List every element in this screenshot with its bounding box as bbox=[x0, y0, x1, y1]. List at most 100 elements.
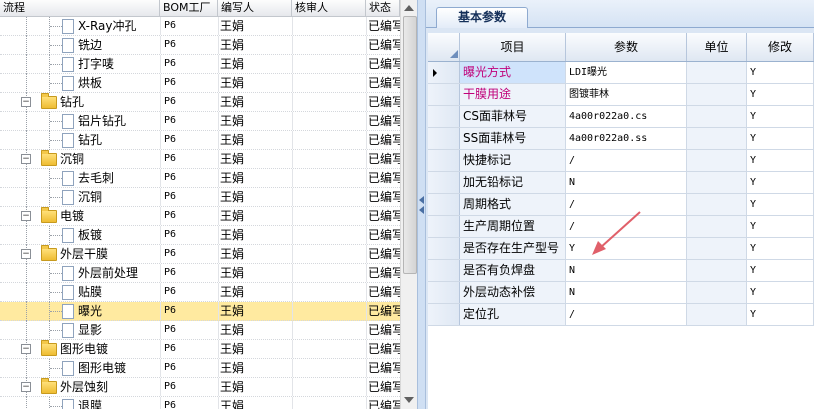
param-unit-cell[interactable] bbox=[687, 304, 747, 325]
param-row[interactable]: 快捷标记 / Y bbox=[428, 150, 814, 172]
param-value-cell[interactable]: 4a00r022a0.ss bbox=[566, 128, 687, 149]
param-unit-cell[interactable] bbox=[687, 128, 747, 149]
tree-node-label[interactable]: 图形电镀 bbox=[78, 359, 126, 377]
param-item-cell[interactable]: 快捷标记 bbox=[460, 150, 566, 171]
param-unit-cell[interactable] bbox=[687, 62, 747, 83]
tree-row[interactable]: 打字唛 P6 王娟 已编写 bbox=[0, 55, 402, 74]
tree-row[interactable]: 烘板 P6 王娟 已编写 bbox=[0, 74, 402, 93]
tree-row[interactable]: − 沉铜 P6 王娟 已编写 bbox=[0, 150, 402, 169]
tree-row[interactable]: 沉铜 P6 王娟 已编写 bbox=[0, 188, 402, 207]
row-selector[interactable] bbox=[428, 238, 460, 259]
tree-node-label[interactable]: 外层蚀刻 bbox=[60, 378, 108, 396]
tree-node-label[interactable]: 钻孔 bbox=[78, 131, 102, 149]
tree-row[interactable]: 铝片钻孔 P6 王娟 已编写 bbox=[0, 112, 402, 131]
col-header-reviewer[interactable]: 核审人 bbox=[292, 0, 366, 16]
param-item-cell[interactable]: 外层动态补偿 bbox=[460, 282, 566, 303]
tree-row[interactable]: 钻孔 P6 王娟 已编写 bbox=[0, 131, 402, 150]
param-row[interactable]: 定位孔 / Y bbox=[428, 304, 814, 326]
tree-node-label[interactable]: 曝光 bbox=[78, 302, 102, 320]
param-modify-cell[interactable]: Y bbox=[747, 238, 814, 259]
param-value-cell[interactable]: / bbox=[566, 304, 687, 325]
param-row[interactable]: SS面菲林号 4a00r022a0.ss Y bbox=[428, 128, 814, 150]
row-selector[interactable] bbox=[428, 194, 460, 215]
param-value-cell[interactable]: 图镀菲林 bbox=[566, 84, 687, 105]
tree-row[interactable]: − 电镀 P6 王娟 已编写 bbox=[0, 207, 402, 226]
param-modify-cell[interactable]: Y bbox=[747, 194, 814, 215]
tree-scrollbar[interactable] bbox=[400, 0, 417, 409]
row-selector[interactable] bbox=[428, 304, 460, 325]
tree-node-label[interactable]: 铝片钻孔 bbox=[78, 112, 126, 130]
tree-node-label[interactable]: 钻孔 bbox=[60, 93, 84, 111]
scroll-up-icon[interactable] bbox=[404, 5, 414, 11]
tree-node-label[interactable]: 板镀 bbox=[78, 226, 102, 244]
tree-row[interactable]: − 外层蚀刻 P6 王娟 已编写 bbox=[0, 378, 402, 397]
param-item-cell[interactable]: 定位孔 bbox=[460, 304, 566, 325]
row-selector[interactable] bbox=[428, 260, 460, 281]
param-value-cell[interactable]: 4a00r022a0.cs bbox=[566, 106, 687, 127]
param-row[interactable]: CS面菲林号 4a00r022a0.cs Y bbox=[428, 106, 814, 128]
param-unit-cell[interactable] bbox=[687, 172, 747, 193]
tree-node-label[interactable]: 外层前处理 bbox=[78, 264, 138, 282]
tree-row[interactable]: 板镀 P6 王娟 已编写 bbox=[0, 226, 402, 245]
collapse-left-icon-2[interactable] bbox=[419, 206, 424, 214]
col-header-modify[interactable]: 修改 bbox=[747, 33, 814, 61]
param-item-cell[interactable]: CS面菲林号 bbox=[460, 106, 566, 127]
col-header-unit[interactable]: 单位 bbox=[687, 33, 747, 61]
row-selector[interactable] bbox=[428, 128, 460, 149]
row-selector[interactable] bbox=[428, 106, 460, 127]
tree-node-label[interactable]: 沉铜 bbox=[60, 150, 84, 168]
param-modify-cell[interactable]: Y bbox=[747, 84, 814, 105]
param-row[interactable]: 是否有负焊盘 N Y bbox=[428, 260, 814, 282]
param-value-cell[interactable]: N bbox=[566, 282, 687, 303]
tree-row[interactable]: 图形电镀 P6 王娟 已编写 bbox=[0, 359, 402, 378]
row-selector-header[interactable] bbox=[428, 33, 460, 61]
row-selector[interactable] bbox=[428, 282, 460, 303]
param-modify-cell[interactable]: Y bbox=[747, 260, 814, 281]
col-header-writer[interactable]: 编写人 bbox=[218, 0, 292, 16]
param-modify-cell[interactable]: Y bbox=[747, 128, 814, 149]
param-item-cell[interactable]: SS面菲林号 bbox=[460, 128, 566, 149]
param-value-cell[interactable]: / bbox=[566, 150, 687, 171]
tree-node-label[interactable]: 烘板 bbox=[78, 74, 102, 92]
tree-row[interactable]: 去毛刺 P6 王娟 已编写 bbox=[0, 169, 402, 188]
tree-node-label[interactable]: 图形电镀 bbox=[60, 340, 108, 358]
collapse-icon[interactable]: − bbox=[21, 97, 31, 107]
tree-row[interactable]: 外层前处理 P6 王娟 已编写 bbox=[0, 264, 402, 283]
param-modify-cell[interactable]: Y bbox=[747, 62, 814, 83]
tree-node-label[interactable]: X-Ray冲孔 bbox=[78, 17, 136, 35]
collapse-icon[interactable]: − bbox=[21, 211, 31, 221]
param-item-cell[interactable]: 是否有负焊盘 bbox=[460, 260, 566, 281]
col-header-process[interactable]: 流程 bbox=[0, 0, 160, 16]
param-unit-cell[interactable] bbox=[687, 260, 747, 281]
param-item-cell[interactable]: 曝光方式 bbox=[460, 62, 566, 83]
param-value-cell[interactable]: N bbox=[566, 260, 687, 281]
param-unit-cell[interactable] bbox=[687, 84, 747, 105]
tree-node-label[interactable]: 显影 bbox=[78, 321, 102, 339]
row-selector[interactable] bbox=[428, 216, 460, 237]
param-modify-cell[interactable]: Y bbox=[747, 150, 814, 171]
collapse-icon[interactable]: − bbox=[21, 344, 31, 354]
tab-basic-params[interactable]: 基本参数 bbox=[436, 7, 528, 28]
param-modify-cell[interactable]: Y bbox=[747, 106, 814, 127]
tree-node-label[interactable]: 退膜 bbox=[78, 397, 102, 409]
param-modify-cell[interactable]: Y bbox=[747, 172, 814, 193]
scroll-down-icon[interactable] bbox=[404, 397, 414, 403]
tree-row[interactable]: 退膜 P6 王娟 已编写 bbox=[0, 397, 402, 409]
param-modify-cell[interactable]: Y bbox=[747, 304, 814, 325]
param-unit-cell[interactable] bbox=[687, 282, 747, 303]
row-selector[interactable] bbox=[428, 150, 460, 171]
param-unit-cell[interactable] bbox=[687, 194, 747, 215]
tree-row[interactable]: − 外层干膜 P6 王娟 已编写 bbox=[0, 245, 402, 264]
param-value-cell[interactable]: LDI曝光 bbox=[566, 62, 687, 83]
tree-node-label[interactable]: 电镀 bbox=[60, 207, 84, 225]
collapse-left-icon[interactable] bbox=[419, 196, 424, 204]
param-modify-cell[interactable]: Y bbox=[747, 282, 814, 303]
row-selector[interactable] bbox=[428, 172, 460, 193]
col-header-param[interactable]: 参数 bbox=[566, 33, 687, 61]
param-item-cell[interactable]: 生产周期位置 bbox=[460, 216, 566, 237]
param-row[interactable]: 干膜用途 图镀菲林 Y bbox=[428, 84, 814, 106]
tree-node-label[interactable]: 铣边 bbox=[78, 36, 102, 54]
collapse-icon[interactable]: − bbox=[21, 249, 31, 259]
param-item-cell[interactable]: 是否存在生产型号 bbox=[460, 238, 566, 259]
param-row[interactable]: 加无铅标记 N Y bbox=[428, 172, 814, 194]
